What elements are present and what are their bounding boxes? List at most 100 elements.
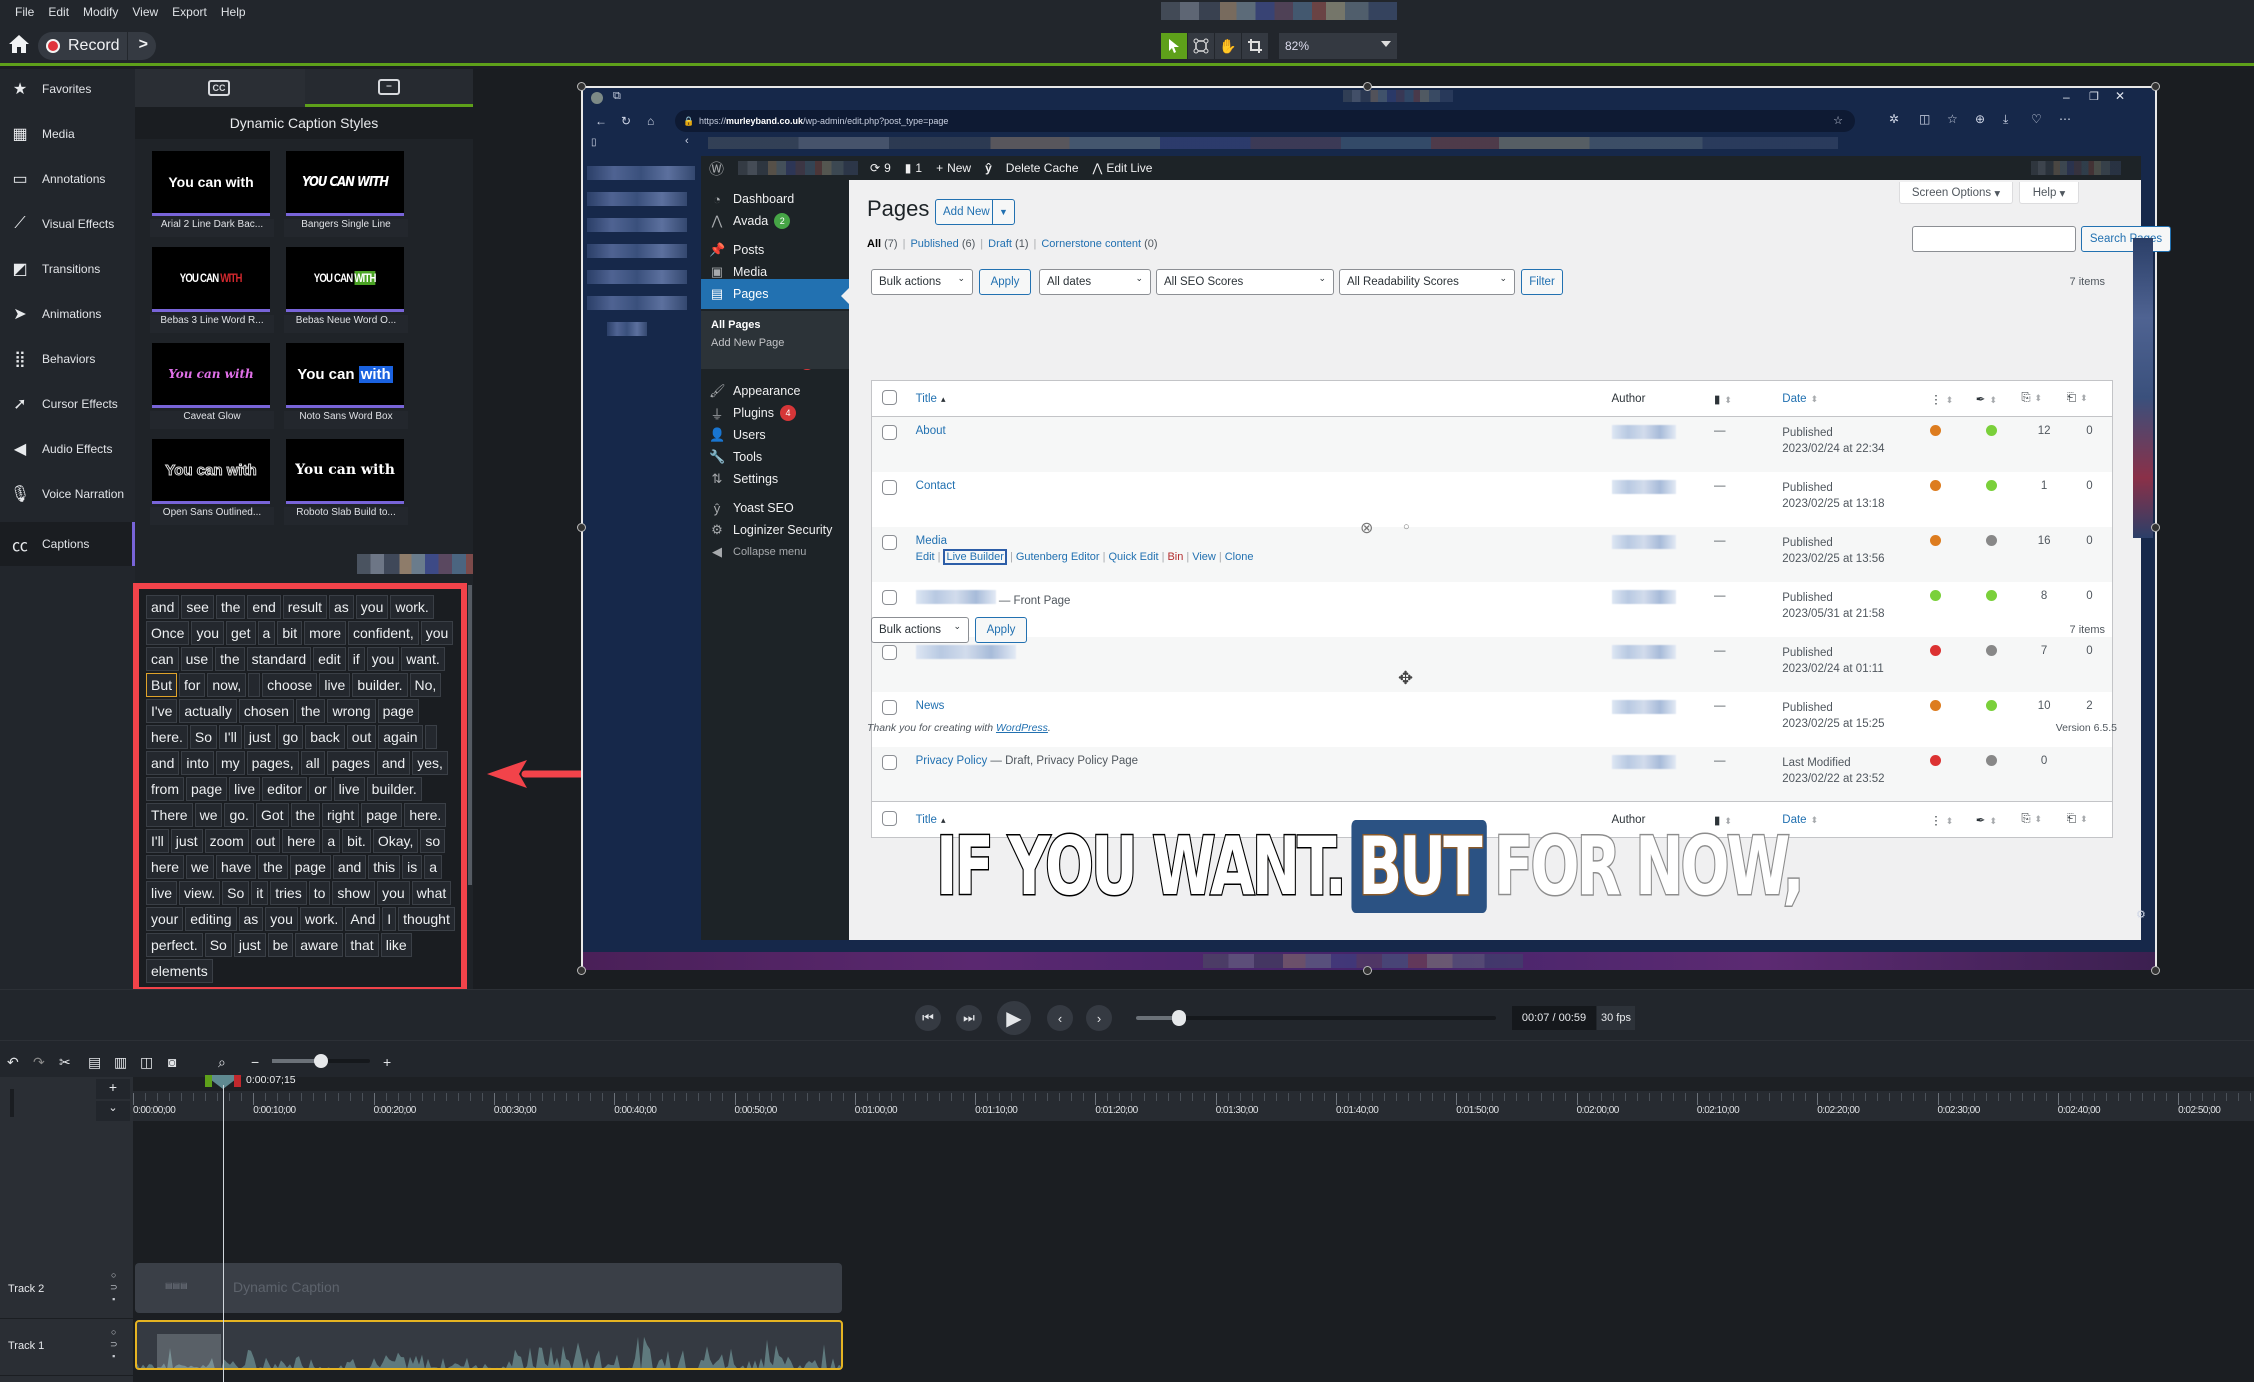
resize-handle[interactable]: [1363, 82, 1372, 91]
paste-icon[interactable]: ▥: [114, 1054, 127, 1071]
row-action-view[interactable]: View: [1192, 551, 1216, 563]
transcript-word[interactable]: a: [322, 829, 341, 853]
step-forward-button[interactable]: ⏭: [956, 1005, 982, 1031]
transcript-word[interactable]: a: [424, 855, 442, 879]
transcript-word[interactable]: result: [282, 595, 327, 619]
filter-published[interactable]: Published (6): [910, 238, 975, 250]
cut-icon[interactable]: ✂: [59, 1054, 71, 1071]
transcript-word[interactable]: zoom: [204, 829, 249, 853]
wp-menu-plugins[interactable]: ⏚ Plugins 4: [701, 402, 849, 424]
row-action-clone[interactable]: Clone: [1225, 551, 1254, 563]
zoom-slider-knob[interactable]: [314, 1054, 328, 1068]
transcript-word[interactable]: into: [181, 751, 214, 775]
new-link[interactable]: + New: [936, 161, 971, 175]
undo-icon[interactable]: ↶: [7, 1054, 19, 1071]
back-icon[interactable]: ←: [595, 114, 607, 128]
wp-menu-loginizer-security[interactable]: ⚙ Loginizer Security: [701, 519, 849, 541]
playback-scrubber[interactable]: [1136, 1010, 1496, 1026]
resize-handle[interactable]: [1363, 966, 1372, 975]
zoom-level-select[interactable]: 82%: [1279, 33, 1397, 59]
apply-button[interactable]: Apply: [979, 269, 1031, 295]
search-pages-button[interactable]: Search Pages: [2081, 226, 2171, 252]
row-checkbox[interactable]: [882, 754, 897, 770]
transcript-word[interactable]: just: [170, 829, 203, 853]
transcript-word[interactable]: So: [189, 725, 218, 749]
transcript-word[interactable]: thought: [398, 907, 455, 931]
transcript-word[interactable]: this: [368, 855, 401, 879]
caption-style-0[interactable]: You can with Arial 2 Line Dark Bac...: [150, 151, 274, 238]
transcript-word[interactable]: here.: [404, 803, 447, 827]
filter-all[interactable]: All (7): [867, 238, 898, 250]
more-options-icon[interactable]: ⋯: [2059, 112, 2071, 126]
screen-options-button[interactable]: Screen Options ▾: [1899, 182, 2013, 204]
caption-style-4[interactable]: You can with Caveat Glow: [150, 343, 274, 430]
copy-icon[interactable]: ▤: [88, 1054, 101, 1071]
menu-modify[interactable]: Modify: [76, 5, 125, 19]
transcript-word[interactable]: bit.: [342, 829, 371, 853]
transcript-word[interactable]: here: [146, 855, 185, 879]
step-back-button[interactable]: ⏮: [915, 1005, 941, 1031]
transcript-word[interactable]: But: [146, 673, 178, 697]
magnet-icon[interactable]: ⊃: [110, 1282, 118, 1292]
transcript-word[interactable]: you: [191, 621, 225, 645]
selection-start-marker[interactable]: [205, 1075, 212, 1087]
wp-menu-users[interactable]: 👤 Users: [701, 424, 849, 446]
transcript-word[interactable]: yes,: [412, 751, 448, 775]
transcript-word[interactable]: perfect.: [146, 933, 203, 957]
add-new-dropdown-icon[interactable]: ▼: [992, 200, 1014, 224]
favorite-star-icon[interactable]: ☆: [1833, 110, 1843, 132]
resize-handle[interactable]: [577, 82, 586, 91]
transcript-word[interactable]: now,: [207, 673, 247, 697]
tab-dynamic-captions[interactable]: ═: [305, 69, 473, 107]
address-bar[interactable]: 🔒 https://murleyband.co.uk/wp-admin/edit…: [675, 110, 1855, 132]
add-new-button[interactable]: Add New ▼: [935, 199, 1015, 225]
transcript-word[interactable]: end: [247, 595, 281, 619]
crop-tool-button[interactable]: [1242, 33, 1268, 59]
caption-style-2[interactable]: YOU CAN WITH Bebas 3 Line Word R...: [150, 247, 274, 334]
row-action-live-builder[interactable]: Live Builder: [943, 548, 1007, 565]
select-all-checkbox[interactable]: [882, 810, 897, 826]
transcript-word[interactable]: my: [215, 751, 245, 775]
transcript-word[interactable]: if: [347, 647, 365, 671]
transcript-word[interactable]: aware: [295, 933, 344, 957]
wp-submenu-item[interactable]: Add New Page: [711, 337, 784, 349]
transcript-word[interactable]: is: [402, 855, 423, 879]
nav-visual-effects[interactable]: ⟋ Visual Effects: [0, 202, 135, 246]
downloads-icon[interactable]: ⤓: [2003, 112, 2008, 127]
resize-handle[interactable]: [2151, 966, 2160, 975]
transcript-word[interactable]: choose: [262, 673, 318, 697]
transcript-word[interactable]: live: [229, 777, 261, 801]
transcript-word[interactable]: page: [186, 777, 228, 801]
nav-audio-effects[interactable]: ◀ Audio Effects: [0, 427, 135, 471]
incoming-links-column-header[interactable]: ⎗ ⬍: [2066, 380, 2113, 417]
profile-avatar[interactable]: [591, 92, 603, 104]
row-title-link[interactable]: News: [916, 700, 945, 712]
play-button[interactable]: ▶: [997, 1001, 1031, 1035]
edit-live-link[interactable]: ⋀ Edit Live: [1093, 161, 1153, 175]
transcript-word[interactable]: here: [282, 829, 321, 853]
filter-button[interactable]: Filter: [1521, 269, 1563, 295]
bulk-actions-select[interactable]: Bulk actions ⌄: [871, 269, 973, 295]
wordpress-link[interactable]: WordPress: [996, 722, 1048, 734]
caption-style-3[interactable]: YOU CAN WITH Bebas Neue Word O...: [284, 247, 408, 334]
row-action-bin[interactable]: Bin: [1167, 551, 1183, 563]
tab-actions-icon[interactable]: ⧉: [613, 90, 621, 103]
home-icon[interactable]: [8, 34, 30, 54]
scrubber-knob[interactable]: [1172, 1010, 1187, 1026]
caption-style-1[interactable]: YOU CAN WITH Bangers Single Line: [284, 151, 408, 238]
transcript-word[interactable]: out: [250, 829, 281, 853]
audio-video-clip[interactable]: [135, 1320, 843, 1370]
tab-captions[interactable]: CC: [135, 69, 303, 107]
transcript-word[interactable]: and: [332, 855, 367, 879]
transcript-word[interactable]: I: [382, 907, 397, 931]
row-title-link[interactable]: Media: [916, 535, 947, 547]
transcript-word[interactable]: your: [146, 907, 184, 931]
visibility-icon[interactable]: ○: [111, 1270, 116, 1280]
chevron-right-icon[interactable]: >: [139, 36, 148, 54]
transcript-word[interactable]: and: [376, 751, 411, 775]
visibility-icon[interactable]: ○: [111, 1327, 116, 1337]
transcript-word[interactable]: editing: [185, 907, 237, 931]
transcript-word[interactable]: as: [329, 595, 354, 619]
seo-score-column-header[interactable]: ⋮ ⬍: [1930, 801, 1976, 838]
transcript-word[interactable]: Once: [146, 621, 190, 645]
